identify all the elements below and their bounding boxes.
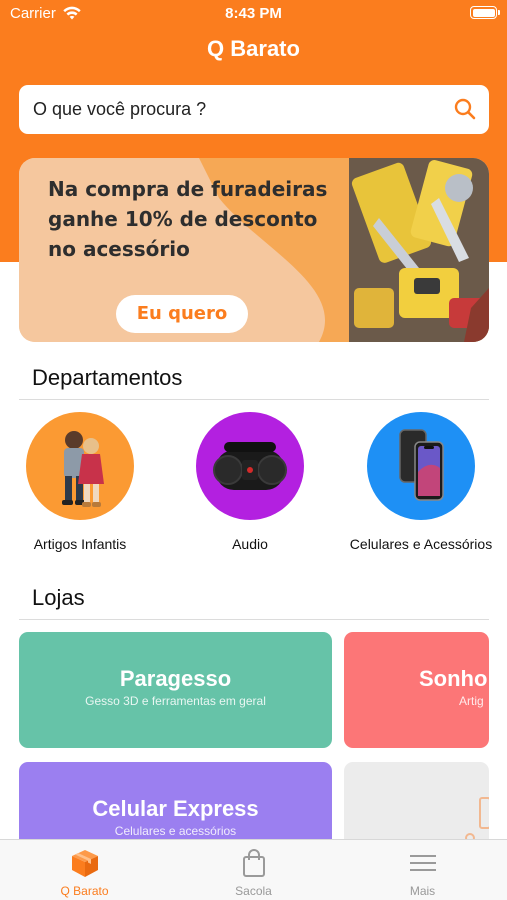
department-phones-label: Celulares e Acessórios [349,536,493,552]
search-input[interactable] [33,85,433,134]
tab-more[interactable]: Mais [338,840,507,900]
tab-home-label: Q Barato [60,884,109,898]
department-phones[interactable]: Celulares e Acessórios [336,412,506,552]
battery-icon [470,6,500,19]
status-bar: Carrier 8:43 PM [0,0,507,28]
bag-icon [243,849,265,877]
promo-text: Na compra de furadeiras ganhe 10% de des… [48,177,328,261]
store-description: Artig [459,694,484,708]
department-kids[interactable]: Artigos Infantis [0,412,165,552]
tab-home[interactable]: Q Barato [0,840,169,900]
promo-cta-button[interactable]: Eu quero [116,295,248,333]
department-kids-image [26,412,134,520]
search-bar[interactable] [19,85,489,134]
search-icon[interactable] [453,97,477,121]
store-description: Gesso 3D e ferramentas em geral [85,694,266,708]
app-title: Q Barato [207,36,300,61]
tab-bar: Q Barato Sacola Mais [0,839,507,900]
departments-divider [19,399,489,400]
store-description: Celulares e acessórios [114,824,237,838]
store-name: Sonho [419,666,488,691]
store-card-paragesso[interactable]: Paragesso Gesso 3D e ferramentas em gera… [19,632,332,748]
clock: 8:43 PM [225,5,282,22]
menu-icon [410,855,436,871]
store-card-sonho[interactable]: Sonho Artig [344,632,489,748]
tab-bag[interactable]: Sacola [169,840,338,900]
tab-bag-label: Sacola [235,884,272,898]
store-name: Paragesso [119,666,232,691]
departments-title: Departamentos [32,365,183,390]
department-audio-image [196,412,304,520]
department-audio[interactable]: Audio [165,412,335,552]
store-name: Celular Express [92,796,259,821]
promo-banner[interactable]: Na compra de furadeiras ganhe 10% de des… [19,158,489,342]
department-audio-label: Audio [232,536,268,552]
stores-title: Lojas [32,585,85,610]
tab-more-label: Mais [409,884,436,898]
stores-divider [19,619,489,620]
department-phones-image [367,412,475,520]
department-kids-label: Artigos Infantis [33,536,127,552]
box-icon [72,850,98,877]
